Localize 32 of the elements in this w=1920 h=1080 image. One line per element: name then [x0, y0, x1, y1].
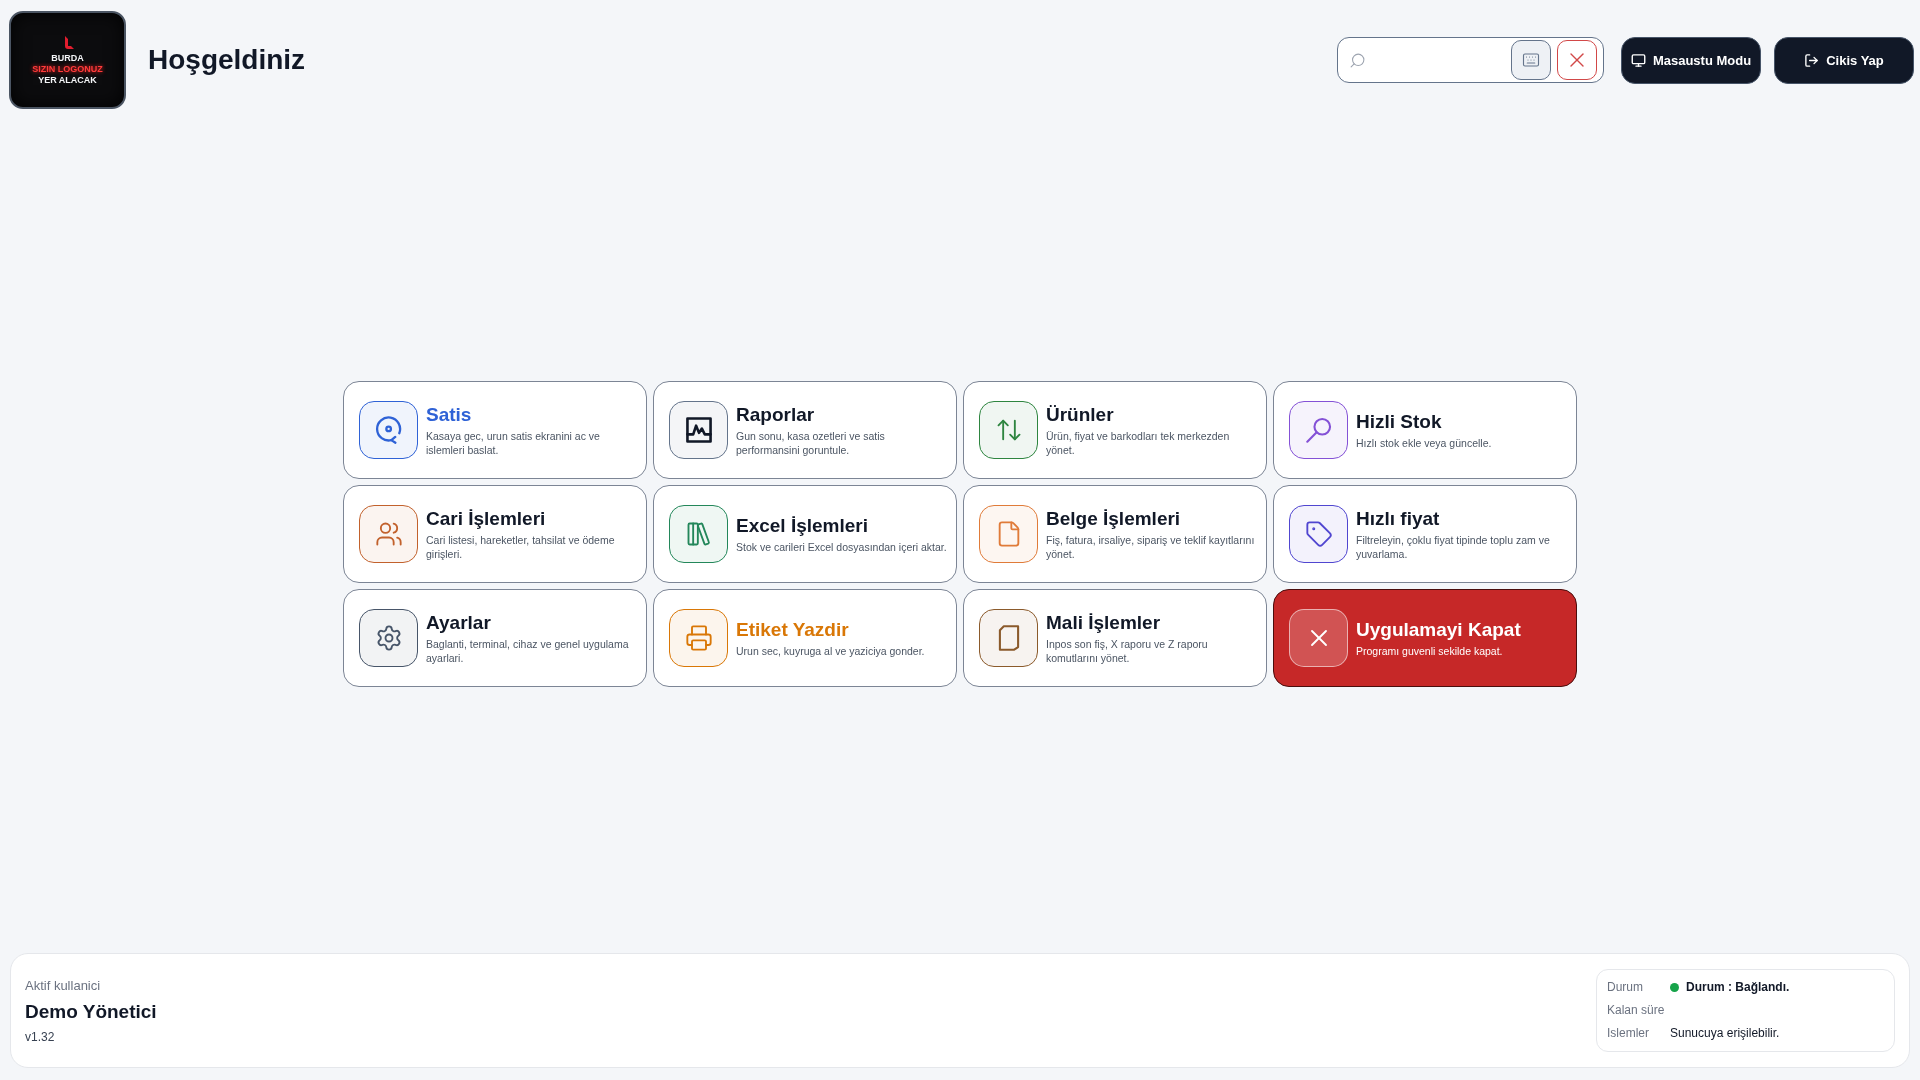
- status-value: Durum : Bağlandı.: [1686, 979, 1790, 996]
- menu-card[interactable]: Hızlı fiyat Filtreleyin, çoklu fiyat tipinde toplu zam ve yuvarlama.: [1273, 485, 1577, 583]
- search-field[interactable]: [1337, 37, 1604, 83]
- menu-card[interactable]: Raporlar Gun sonu, kasa ozetleri ve satis performansini goruntule.: [653, 381, 957, 479]
- menu-card[interactable]: Hizli Stok Hızlı stok ekle veya güncelle.: [1273, 381, 1577, 479]
- desktop-mode-button[interactable]: Masaustu Modu: [1621, 36, 1761, 84]
- menu-card[interactable]: Mali İşlemler Inpos son fiş, X raporu ve Z raporu komutlarını yönet.: [963, 589, 1267, 687]
- menu-card[interactable]: Belge İşlemleri Fiş, fatura, irsaliye, sipariş ve teklif kayıtlarını yönet.: [963, 485, 1267, 583]
- logout-button[interactable]: Cikis Yap: [1774, 36, 1914, 84]
- status-label: Islemler: [1607, 1025, 1650, 1042]
- status-label: Durum: [1607, 979, 1644, 996]
- menu-card[interactable]: Etiket Yazdir Urun sec, kuyruga al ve yaziciya gonder.: [653, 589, 957, 687]
- logo-text: BURDA SIZIN LOGONUZ YER ALACAK: [32, 52, 103, 86]
- search-icon: [1349, 51, 1366, 69]
- menu-card[interactable]: Cari İşlemleri Cari listesi, hareketler, tahsilat ve ödeme girişleri.: [343, 485, 647, 583]
- status-value: Sunucuya erişilebilir.: [1670, 1025, 1780, 1042]
- clear-button[interactable]: [1557, 40, 1597, 80]
- close-icon: [1289, 609, 1348, 667]
- page-title: Hoşgeldiniz: [148, 44, 306, 76]
- menu-card[interactable]: Satis Kasaya gec, urun satis ekranini ac ve islemleri baslat.: [343, 381, 647, 479]
- keyboard-button[interactable]: [1511, 40, 1551, 80]
- logout-icon: [1804, 52, 1820, 68]
- menu-card[interactable]: Ürünler Ürün, fiyat ve barkodları tek merkezden yönet.: [963, 381, 1267, 479]
- status-label: Kalan süre: [1607, 1002, 1666, 1019]
- user-label: Aktif kullanici: [25, 976, 102, 995]
- monitor-icon: [1630, 52, 1646, 68]
- user-name: Demo Yönetici: [25, 999, 157, 1024]
- version-label: v1.32: [25, 1028, 56, 1046]
- menu-card[interactable]: Ayarlar Baglanti, terminal, cihaz ve genel uygulama ayarlari.: [343, 589, 647, 687]
- keyboard-icon: [1522, 51, 1540, 69]
- menu-card[interactable]: Uygulamayi Kapat Programı guvenli sekilde kapat.: [1273, 589, 1577, 687]
- menu-card[interactable]: Excel İşlemleri Stok ve carileri Excel dosyasından içeri aktar.: [653, 485, 957, 583]
